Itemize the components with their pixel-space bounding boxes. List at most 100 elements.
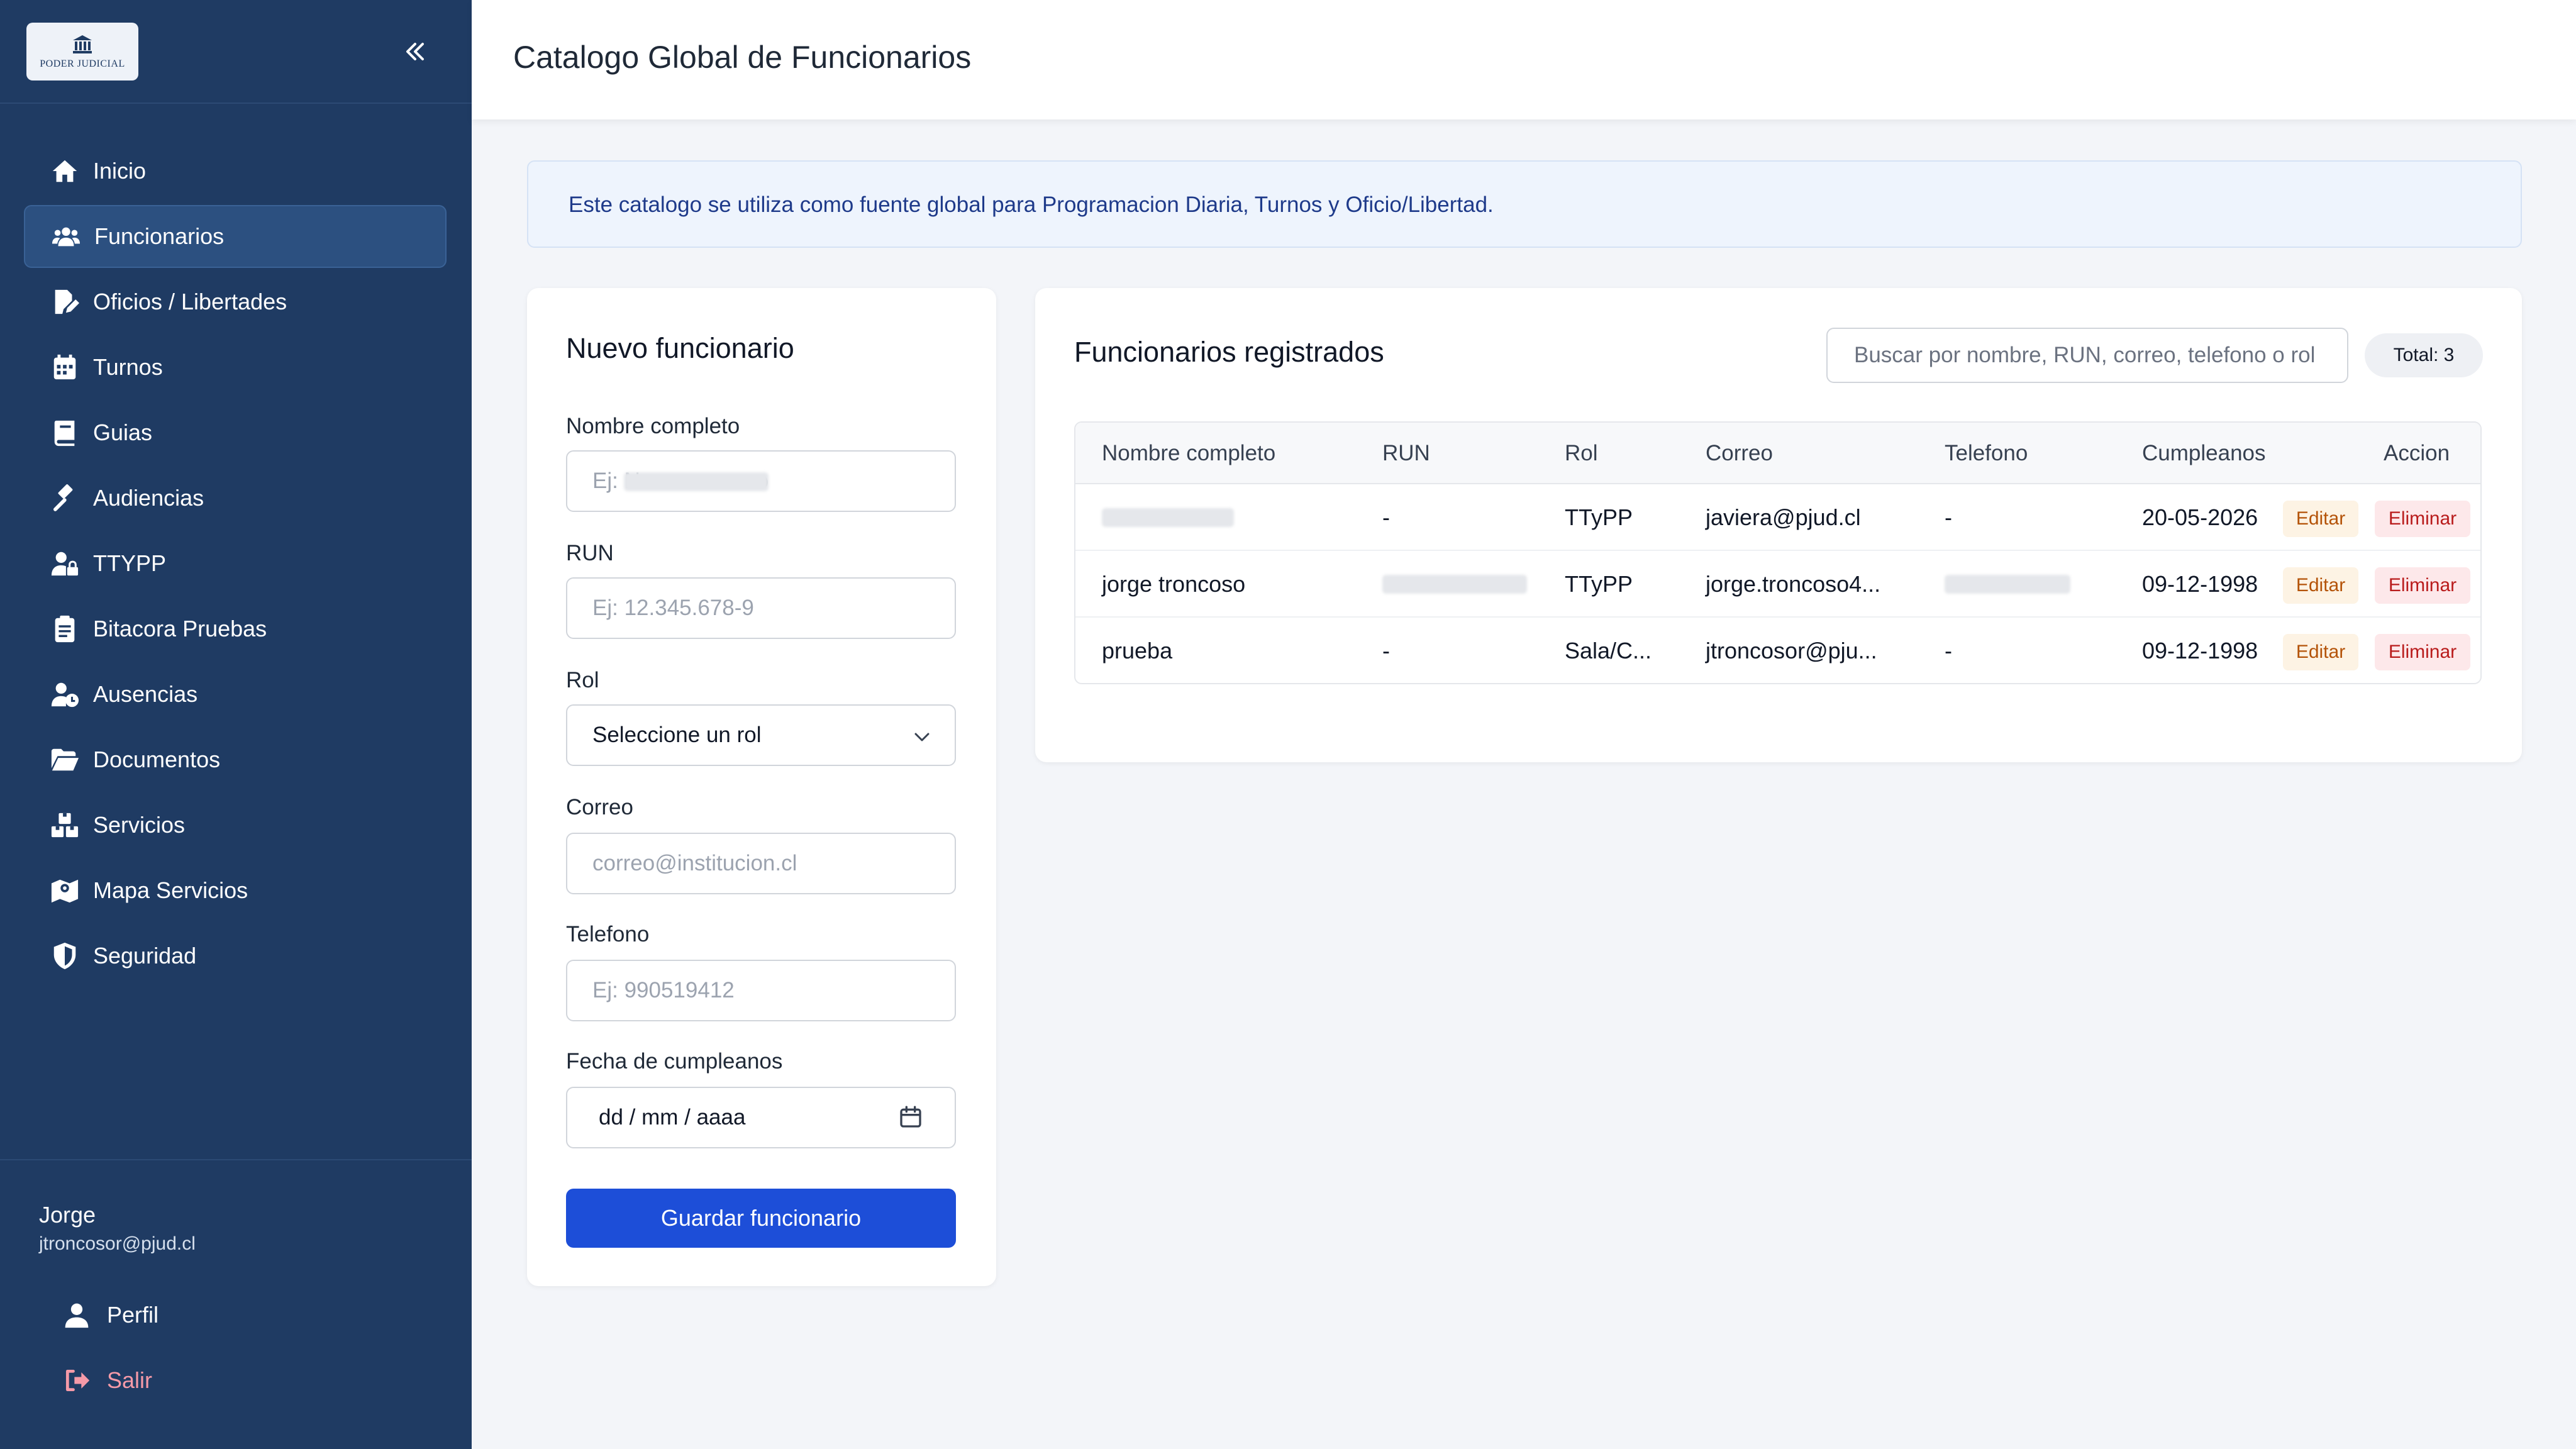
cell-telefono: - <box>1945 638 1952 663</box>
cell-cumpleanos: 09-12-1998 <box>2142 638 2258 663</box>
cell-telefono <box>1945 551 2070 618</box>
telefono-placeholder: Ej: 990519412 <box>592 978 735 1002</box>
delete-button[interactable]: Eliminar <box>2375 567 2470 604</box>
document-edit-icon <box>50 287 84 316</box>
cell-cumpleanos: 20-05-2026 <box>2142 504 2258 530</box>
sidebar-item-inicio[interactable]: Inicio <box>24 140 447 203</box>
cell-cumpleanos: 09-12-1998 <box>2142 571 2258 597</box>
sidebar-item-label: Turnos <box>93 354 163 380</box>
sidebar-item-label: Ausencias <box>93 681 198 707</box>
map-icon <box>50 876 84 905</box>
edit-button[interactable]: Editar <box>2283 567 2358 604</box>
nombre-input[interactable]: Ej: N o <box>566 450 956 512</box>
user-email: jtroncosor@pjud.cl <box>39 1233 196 1254</box>
cell-correo: jtroncosor@pju... <box>1706 638 1877 663</box>
telefono-label: Telefono <box>566 922 650 947</box>
table-row: prueba - Sala/C... jtroncosor@pju... - 0… <box>1075 618 2480 683</box>
nombre-label: Nombre completo <box>566 414 740 438</box>
sidebar-item-ttypp[interactable]: TTYPP <box>24 532 447 595</box>
sidebar-item-guias[interactable]: Guias <box>24 401 447 464</box>
fecha-label: Fecha de cumpleanos <box>566 1049 783 1074</box>
registered-funcionarios-card: Funcionarios registrados Buscar por nomb… <box>1035 288 2522 762</box>
delete-button[interactable]: Eliminar <box>2375 634 2470 670</box>
collapse-sidebar-button[interactable] <box>396 35 434 68</box>
sidebar-item-ausencias[interactable]: Ausencias <box>24 663 447 726</box>
sidebar-item-documentos[interactable]: Documentos <box>24 728 447 791</box>
edit-button[interactable]: Editar <box>2283 501 2358 537</box>
edit-button[interactable]: Editar <box>2283 634 2358 670</box>
new-funcionario-card: Nuevo funcionario Nombre completo Ej: N … <box>527 288 996 1286</box>
table-header: Nombre completo RUN Rol Correo Telefono … <box>1075 423 2480 484</box>
column-header-rol: Rol <box>1565 441 1598 465</box>
registry-title: Funcionarios registrados <box>1074 336 1384 368</box>
run-placeholder: Ej: 12.345.678-9 <box>592 596 754 620</box>
cell-nombre: prueba <box>1102 638 1173 663</box>
sidebar-item-label: Audiencias <box>93 485 204 511</box>
sidebar-item-label: Seguridad <box>93 943 197 969</box>
folder-open-icon <box>50 745 84 774</box>
calendar-picker-icon[interactable] <box>898 1104 923 1130</box>
sidebar-item-bitacora-pruebas[interactable]: Bitacora Pruebas <box>24 597 447 660</box>
sidebar-item-mapa-servicios[interactable]: Mapa Servicios <box>24 859 447 922</box>
salir-link[interactable]: Salir <box>63 1362 152 1399</box>
rol-label: Rol <box>566 668 599 692</box>
cell-nombre: jorge troncoso <box>1102 571 1246 597</box>
sidebar-item-label: Oficios / Libertades <box>93 289 287 314</box>
shield-icon <box>50 941 84 970</box>
sidebar: PODER JUDICIAL Inicio Funcionarios Ofici… <box>0 0 472 1449</box>
sidebar-item-label: Bitacora Pruebas <box>93 616 267 641</box>
redacted-name <box>1102 508 1234 527</box>
sidebar-item-funcionarios[interactable]: Funcionarios <box>24 205 447 268</box>
correo-input[interactable]: correo@institucion.cl <box>566 833 956 894</box>
table-row: - TTyPP javiera@pjud.cl - 20-05-2026 Edi… <box>1075 484 2480 551</box>
guardar-funcionario-button[interactable]: Guardar funcionario <box>566 1189 956 1248</box>
cell-run: - <box>1382 504 1390 530</box>
cell-telefono: - <box>1945 504 1952 530</box>
rol-select-value: Seleccione un rol <box>592 723 762 747</box>
run-label: RUN <box>566 541 614 565</box>
cell-correo: javiera@pjud.cl <box>1706 504 1861 530</box>
sidebar-item-oficios-libertades[interactable]: Oficios / Libertades <box>24 270 447 333</box>
form-title: Nuevo funcionario <box>566 332 794 364</box>
telefono-input[interactable]: Ej: 990519412 <box>566 960 956 1021</box>
cell-rol: TTyPP <box>1565 571 1633 597</box>
calendar-icon <box>50 353 84 382</box>
sidebar-header: PODER JUDICIAL <box>0 0 472 104</box>
users-icon <box>52 222 86 251</box>
info-banner: Este catalogo se utiliza como fuente glo… <box>527 160 2522 248</box>
redacted-run <box>1382 575 1527 594</box>
poder-judicial-logo[interactable]: PODER JUDICIAL <box>26 23 138 80</box>
correo-label: Correo <box>566 795 633 819</box>
user-lock-icon <box>50 549 84 578</box>
funcionarios-table: Nombre completo RUN Rol Correo Telefono … <box>1074 421 2482 684</box>
column-header-nombre: Nombre completo <box>1102 441 1276 465</box>
fecha-input[interactable]: dd / mm / aaaa <box>566 1087 956 1148</box>
delete-button[interactable]: Eliminar <box>2375 501 2470 537</box>
double-chevron-left-icon <box>406 43 424 60</box>
sidebar-item-turnos[interactable]: Turnos <box>24 336 447 399</box>
book-icon <box>50 418 84 447</box>
logo-text: PODER JUDICIAL <box>40 58 125 69</box>
cell-rol: Sala/C... <box>1565 638 1652 663</box>
run-input[interactable]: Ej: 12.345.678-9 <box>566 577 956 639</box>
top-bar: Catalogo Global de Funcionarios <box>472 0 2576 119</box>
sidebar-user-section: Jorge jtroncosor@pjud.cl Perfil Salir <box>0 1159 472 1449</box>
table-row: jorge troncoso TTyPP jorge.troncoso4... … <box>1075 551 2480 618</box>
redacted-phone <box>1945 575 2070 594</box>
cell-run: - <box>1382 638 1390 663</box>
rol-select[interactable]: Seleccione un rol <box>566 704 956 766</box>
logout-icon <box>65 1369 90 1392</box>
column-header-run: RUN <box>1382 441 1430 465</box>
cell-rol: TTyPP <box>1565 504 1633 530</box>
user-name: Jorge <box>39 1202 96 1228</box>
sidebar-item-servicios[interactable]: Servicios <box>24 794 447 857</box>
sidebar-nav: Inicio Funcionarios Oficios / Libertades… <box>24 140 447 990</box>
user-icon <box>65 1303 89 1328</box>
sidebar-item-audiencias[interactable]: Audiencias <box>24 467 447 530</box>
page-title: Catalogo Global de Funcionarios <box>513 40 972 75</box>
user-clock-icon <box>50 680 84 709</box>
perfil-link[interactable]: Perfil <box>63 1296 158 1334</box>
sidebar-item-label: Mapa Servicios <box>93 877 248 903</box>
search-input[interactable]: Buscar por nombre, RUN, correo, telefono… <box>1826 328 2348 383</box>
sidebar-item-seguridad[interactable]: Seguridad <box>24 924 447 987</box>
